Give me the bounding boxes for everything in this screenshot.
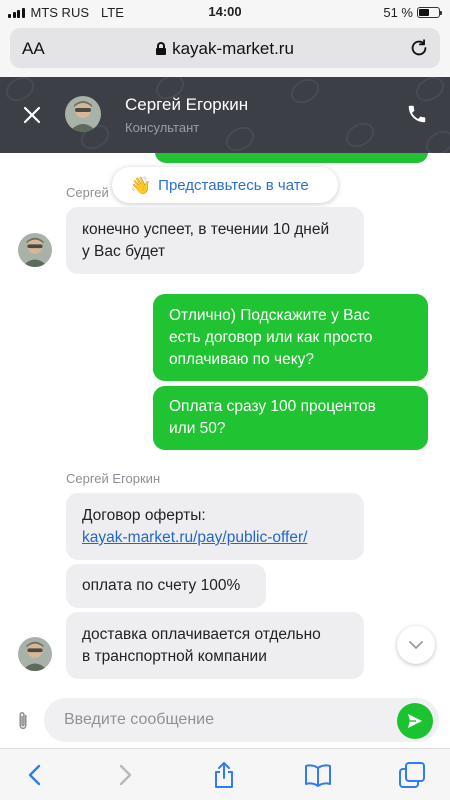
status-right: 51 % — [383, 5, 442, 20]
message-composer — [0, 693, 450, 748]
message-line: в транспортной компании — [82, 648, 267, 665]
incoming-message: оплата по счету 100% — [66, 564, 266, 608]
message-line: оплата по счету 100% — [82, 577, 241, 594]
battery-percent: 51 % — [383, 5, 413, 20]
forward-button[interactable] — [112, 761, 140, 789]
introduce-yourself-label: Представьтесь в чате — [158, 176, 309, 194]
lock-icon — [156, 42, 167, 55]
incoming-message: конечно успеет, в течении 10 дней у Вас … — [66, 207, 364, 274]
status-bar: MTS RUS LTE 14:00 51 % — [0, 0, 450, 24]
chevron-down-icon — [409, 640, 423, 649]
incoming-message: доставка оплачивается отдельно в транспо… — [66, 612, 364, 679]
agent-avatar-small — [18, 233, 52, 267]
agent-avatar — [65, 96, 101, 132]
message-line: Договор оферты: — [82, 507, 206, 524]
agent-role: Консультант — [125, 120, 200, 135]
paperclip-icon[interactable] — [14, 710, 32, 732]
message-line: есть договор или как просто — [169, 329, 373, 346]
back-button[interactable] — [20, 761, 48, 789]
close-icon[interactable] — [22, 105, 42, 125]
public-offer-link[interactable]: kayak-market.ru/pay/public-offer/ — [82, 527, 348, 549]
message-line: Отлично) Подскажите у Вас — [169, 307, 370, 324]
url-text: kayak-market.ru — [172, 39, 294, 58]
outgoing-message: Оплата сразу 100 процентов или 50? — [153, 386, 428, 450]
send-button[interactable] — [397, 703, 433, 739]
chevron-left-icon — [28, 764, 41, 786]
tabs-button[interactable] — [398, 761, 426, 789]
message-line: оплачиваю по чеку? — [169, 351, 315, 368]
introduce-yourself-button[interactable]: 👋 Представьтесь в чате — [112, 167, 338, 203]
battery-level — [419, 9, 429, 16]
send-icon — [408, 714, 422, 728]
share-button[interactable] — [210, 761, 238, 789]
reload-icon[interactable] — [408, 37, 430, 59]
phone-icon[interactable] — [406, 103, 428, 125]
sender-name: Сергей Егоркин — [66, 471, 161, 486]
message-line: или 50? — [169, 420, 226, 437]
browser-address-area: AA kayak-market.ru — [0, 24, 450, 77]
chat-header: Сергей Егоркин Консультант — [0, 77, 450, 153]
browser-toolbar — [0, 748, 450, 800]
chevron-right-icon — [119, 764, 132, 786]
tabs-icon — [399, 762, 425, 788]
agent-avatar-small — [18, 637, 52, 671]
incoming-message: Договор оферты: kayak-market.ru/pay/publ… — [66, 493, 364, 560]
message-line: конечно успеет, в течении 10 дней — [82, 221, 330, 238]
battery-icon — [417, 7, 442, 18]
message-input[interactable] — [44, 698, 439, 742]
scroll-down-button[interactable] — [397, 626, 435, 664]
book-icon — [305, 764, 331, 787]
outgoing-message-partial — [155, 153, 428, 163]
sender-name-top: Сергей — [66, 185, 109, 200]
message-line: доставка оплачивается отдельно — [82, 626, 321, 643]
waving-hand-icon: 👋 — [130, 175, 152, 195]
bookmarks-button[interactable] — [304, 761, 332, 789]
message-line: у Вас будет — [82, 243, 166, 260]
url-display[interactable]: kayak-market.ru — [10, 39, 440, 59]
chat-messages[interactable]: Сергей 👋 Представьтесь в чате конечно ус… — [0, 153, 450, 693]
message-line: Оплата сразу 100 процентов — [169, 398, 376, 415]
share-icon — [215, 762, 233, 788]
agent-name: Сергей Егоркин — [125, 95, 249, 114]
outgoing-message: Отлично) Подскажите у Вас есть договор и… — [153, 294, 428, 381]
address-bar[interactable]: AA kayak-market.ru — [10, 28, 440, 68]
